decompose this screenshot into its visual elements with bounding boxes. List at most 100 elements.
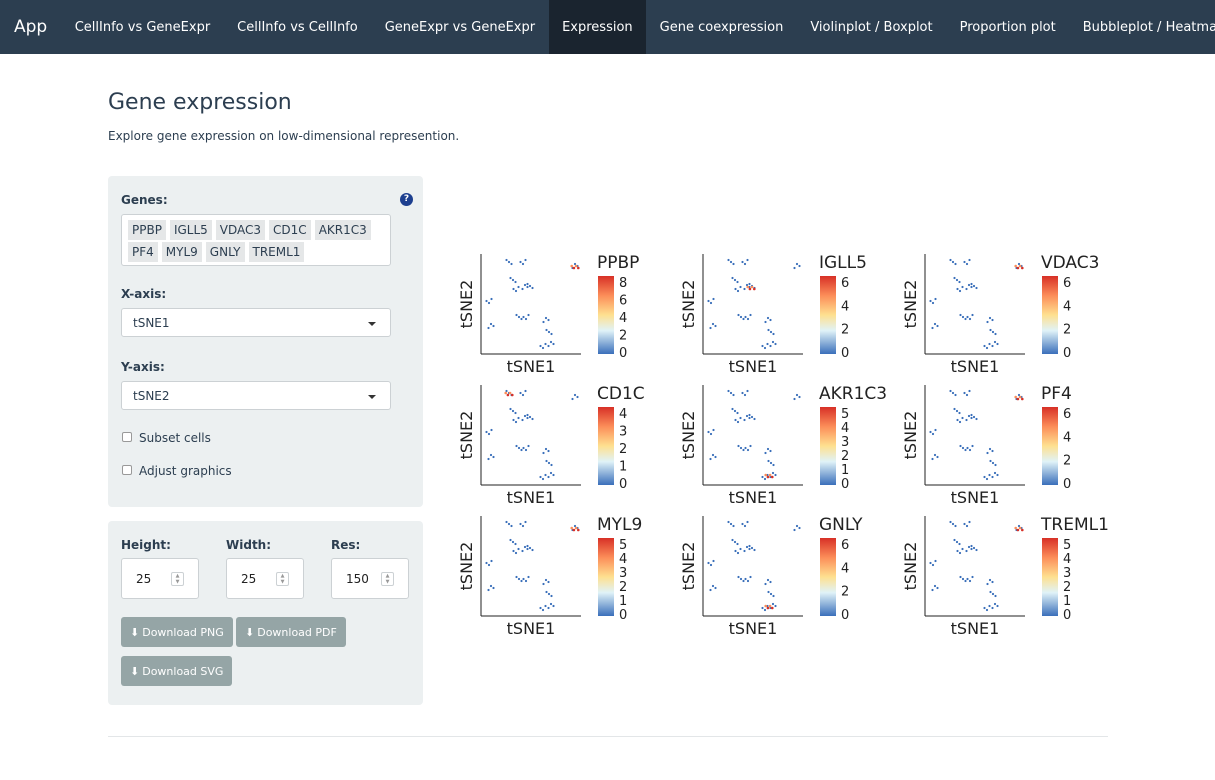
high-expression-point xyxy=(764,604,767,608)
help-icon[interactable]: ? xyxy=(400,193,413,206)
colorbar-tick: 2 xyxy=(841,323,849,338)
cell-point xyxy=(550,463,553,467)
cell-point xyxy=(489,584,493,588)
cell-point xyxy=(994,332,997,336)
cell-point xyxy=(732,524,735,528)
cell-point xyxy=(731,276,734,280)
x-axis-label: tSNE1 xyxy=(951,357,1000,376)
width-label: Width: xyxy=(226,538,272,552)
tab-cellinfo-vs-geneexpr[interactable]: CellInfo vs GeneExpr xyxy=(61,0,223,54)
cell-point xyxy=(521,524,525,528)
cell-point xyxy=(517,446,521,450)
high-expression-point xyxy=(768,604,772,608)
gene-chip[interactable]: CD1C xyxy=(269,220,311,240)
cell-point xyxy=(714,455,717,459)
tab-cellinfo-vs-cellinfo[interactable]: CellInfo vs CellInfo xyxy=(224,0,372,54)
height-label: Height: xyxy=(121,538,171,552)
gene-chip[interactable]: TREML1 xyxy=(248,242,305,262)
plot-panel-gnly: tSNE1 tSNE2 GNLY 6 4 2 0 xyxy=(679,515,863,638)
genes-input[interactable]: PPBP IGLL5 VDAC3 CD1C AKR1C3 PF4 MYL9 GNLY TREML… xyxy=(121,214,391,266)
cell-point xyxy=(709,432,713,436)
tab-bubbleplot-heatmap[interactable]: Bubbleplot / Heatmap xyxy=(1069,0,1215,54)
cell-point xyxy=(736,289,740,293)
cell-point xyxy=(972,284,976,288)
cell-point xyxy=(934,428,937,432)
subset-cells-label: Subset cells xyxy=(139,431,211,445)
download-png-button[interactable]: ⬇ Download PNG xyxy=(121,617,233,647)
cell-point xyxy=(544,316,548,320)
colorbar-tick: 5 xyxy=(841,407,849,422)
tab-expression[interactable]: Expression xyxy=(548,0,647,54)
cell-point xyxy=(965,287,968,291)
cell-point xyxy=(547,592,551,596)
gene-chip[interactable]: VDAC3 xyxy=(215,220,266,240)
download-png-label: Download PNG xyxy=(142,625,224,639)
colorbar-tick: 3 xyxy=(619,566,627,581)
plot-panel-ppbp: tSNE1 tSNE2 PPBP 8 6 4 2 0 xyxy=(457,253,639,376)
cell-point xyxy=(524,317,528,321)
cell-point xyxy=(975,548,978,552)
gene-chip[interactable]: PPBP xyxy=(128,220,166,240)
cell-point xyxy=(931,588,934,592)
cell-point xyxy=(769,461,773,465)
subset-cells-checkbox[interactable] xyxy=(122,432,132,442)
res-input[interactable]: 150 ▲ ▼ xyxy=(331,558,409,599)
yaxis-select[interactable]: tSNE2 xyxy=(121,381,391,410)
colorbar-tick: 4 xyxy=(1063,430,1071,445)
cell-point xyxy=(753,548,756,552)
cell-point xyxy=(975,417,978,421)
gene-chip[interactable]: GNLY xyxy=(205,242,245,262)
gene-chip[interactable]: IGLL5 xyxy=(169,220,212,240)
spinner-icon[interactable]: ▲ ▼ xyxy=(276,572,289,586)
colorbar-tick: 0 xyxy=(619,608,627,623)
tab-geneexpr-vs-geneexpr[interactable]: GeneExpr vs GeneExpr xyxy=(371,0,548,54)
adjust-graphics-checkbox[interactable] xyxy=(122,465,132,475)
gene-chip[interactable]: AKR1C3 xyxy=(314,220,371,240)
width-input[interactable]: 25 ▲ ▼ xyxy=(226,558,304,599)
gene-title: VDAC3 xyxy=(1041,253,1099,273)
download-pdf-button[interactable]: ⬇ Download PDF xyxy=(236,617,346,647)
cell-point xyxy=(526,416,529,420)
cell-point xyxy=(514,551,518,555)
cell-point xyxy=(528,284,532,288)
tab-gene-coexpression[interactable]: Gene coexpression xyxy=(646,0,797,54)
tab-violinplot-boxplot[interactable]: Violinplot / Boxplot xyxy=(797,0,946,54)
cell-point xyxy=(949,258,952,262)
download-svg-button[interactable]: ⬇ Download SVG xyxy=(121,656,233,686)
colorbar-tick: 4 xyxy=(619,311,627,326)
cell-point xyxy=(968,520,971,524)
tab-proportion-plot[interactable]: Proportion plot xyxy=(946,0,1069,54)
cell-point xyxy=(961,547,964,551)
cell-point xyxy=(989,459,992,463)
cell-point xyxy=(991,344,994,348)
gene-chip[interactable]: PF4 xyxy=(128,242,158,262)
cell-point xyxy=(745,545,749,549)
app-brand[interactable]: App xyxy=(0,0,61,54)
cell-point xyxy=(953,538,956,542)
height-input[interactable]: 25 ▲ ▼ xyxy=(121,558,199,599)
cell-point xyxy=(519,260,522,264)
y-axis-label: tSNE2 xyxy=(679,411,698,460)
cell-point xyxy=(552,473,555,477)
high-expression-point xyxy=(572,266,576,270)
cell-point xyxy=(798,264,801,268)
cell-point xyxy=(774,604,777,608)
cell-point xyxy=(985,608,989,612)
cell-point xyxy=(709,457,712,461)
high-expression-point xyxy=(768,473,772,477)
spinner-icon[interactable]: ▲ ▼ xyxy=(381,572,394,586)
cell-point xyxy=(545,459,548,463)
cell-point xyxy=(509,538,512,542)
spinner-icon[interactable]: ▲ ▼ xyxy=(171,572,184,586)
cell-point xyxy=(951,522,955,526)
colorbar xyxy=(1042,276,1058,354)
gene-chip[interactable]: MYL9 xyxy=(161,242,202,262)
cell-point xyxy=(736,542,739,546)
colorbar-tick: 4 xyxy=(619,407,627,422)
xaxis-select[interactable]: tSNE1 xyxy=(121,308,391,337)
cell-point xyxy=(521,393,525,397)
cell-point xyxy=(958,420,962,424)
colorbar-tick: 2 xyxy=(619,442,627,457)
cell-point xyxy=(744,577,747,581)
cell-point xyxy=(953,407,956,411)
